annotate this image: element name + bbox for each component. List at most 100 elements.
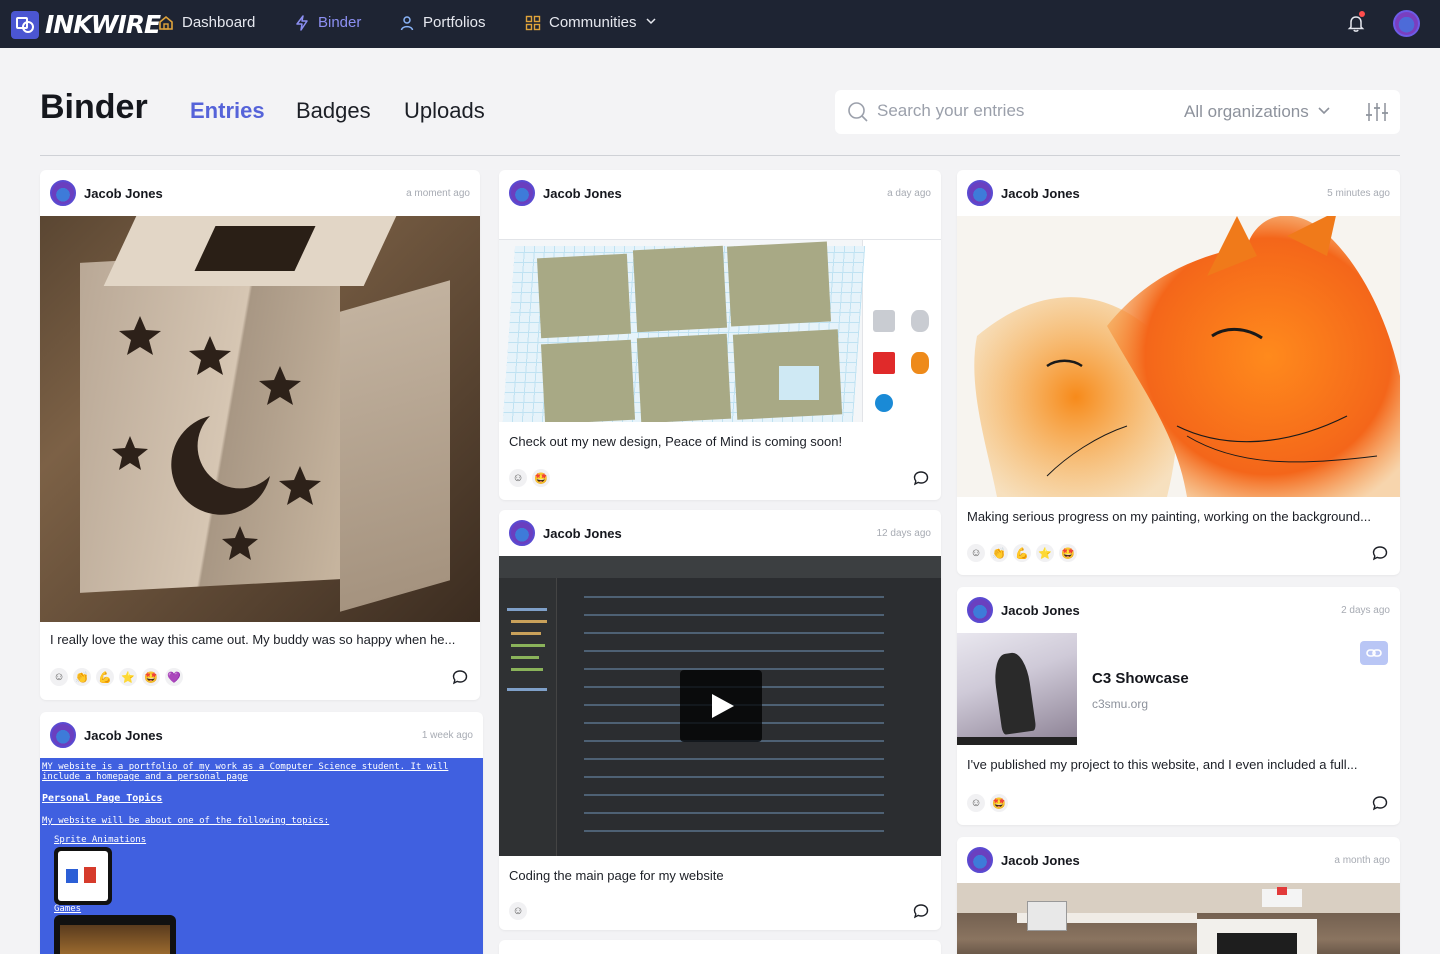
star-emoji-icon[interactable]: ⭐ (119, 668, 137, 686)
star-struck-emoji-icon[interactable]: 🤩 (1059, 544, 1077, 562)
entry-card[interactable]: Jacob Jones 1 week ago MY website is a p… (40, 712, 483, 954)
box-opening (194, 226, 316, 271)
nav-binder[interactable]: Binder (294, 14, 361, 31)
add-reaction-icon[interactable]: ☺ (967, 794, 985, 812)
timestamp: 5 minutes ago (1327, 188, 1390, 199)
page-title: Binder (40, 88, 148, 126)
cad-shapes-panel (862, 240, 941, 422)
comment-icon[interactable] (913, 470, 929, 491)
nav-communities[interactable]: Communities (525, 14, 657, 31)
clap-emoji-icon[interactable]: 👏 (73, 668, 91, 686)
nav-label: Dashboard (182, 14, 256, 31)
site-text: My website will be about one of the foll… (42, 816, 330, 826)
link-icon[interactable] (1360, 641, 1388, 665)
entry-card[interactable]: Jacob Jones a moment ago I really love t… (40, 170, 480, 700)
play-button[interactable] (680, 670, 762, 742)
tab-entries[interactable]: Entries (190, 98, 265, 124)
entry-video[interactable] (499, 556, 941, 856)
user-icon (399, 15, 415, 31)
author-name: Jacob Jones (84, 728, 163, 743)
author-name: Jacob Jones (84, 186, 163, 201)
entry-card[interactable]: Jacob Jones a month ago (957, 837, 1400, 954)
author-name: Jacob Jones (543, 186, 622, 201)
logo[interactable]: INKWIRE (11, 10, 161, 39)
avatar (967, 597, 993, 623)
clap-emoji-icon[interactable]: 👏 (990, 544, 1008, 562)
home-icon (158, 15, 174, 31)
add-reaction-icon[interactable]: ☺ (967, 544, 985, 562)
chevron-down-icon (645, 14, 657, 31)
avatar (509, 520, 535, 546)
comment-icon[interactable] (1372, 795, 1388, 816)
author-name: Jacob Jones (543, 526, 622, 541)
star-emoji-icon[interactable]: ⭐ (1036, 544, 1054, 562)
ide-toolbar (499, 556, 941, 578)
card-header: Jacob Jones a day ago (499, 170, 941, 216)
nav-dashboard[interactable]: Dashboard (158, 14, 255, 31)
reaction-bar: ☺ (509, 902, 527, 920)
ide-file-tree (499, 578, 557, 856)
timestamp: 2 days ago (1341, 605, 1390, 616)
card-header: Jacob Jones 2 days ago (957, 587, 1400, 633)
entry-caption: Making serious progress on my painting, … (967, 509, 1371, 524)
timestamp: a month ago (1334, 855, 1390, 866)
sprite-thumbnail (54, 847, 112, 905)
author-name: Jacob Jones (1001, 603, 1080, 618)
avatar (50, 180, 76, 206)
entry-card[interactable]: Jacob Jones 5 minutes ago Making serious… (957, 170, 1400, 575)
cad-toolbar (499, 216, 941, 240)
grid-icon (525, 15, 541, 31)
star-moon-cutouts (112, 316, 321, 560)
entry-card[interactable]: Jacob Jones 12 days ago Coding the main … (499, 510, 941, 930)
logo-text: INKWIRE (45, 10, 161, 39)
comment-icon[interactable] (913, 903, 929, 924)
avatar (50, 722, 76, 748)
timestamp: a day ago (887, 188, 931, 199)
entry-card[interactable]: Jacob Jones a day ago Check out my new d… (499, 170, 941, 500)
site-text: MY website is a portfolio of my work as … (42, 762, 449, 772)
fox-painting (974, 216, 1400, 497)
add-reaction-icon[interactable]: ☺ (50, 668, 68, 686)
entry-image[interactable] (957, 883, 1400, 954)
entry-caption: I've published my project to this websit… (967, 757, 1358, 772)
tab-badges[interactable]: Badges (296, 98, 371, 124)
comment-icon[interactable] (452, 669, 468, 690)
entry-image[interactable] (40, 216, 480, 622)
heart-emoji-icon[interactable]: 💜 (165, 668, 183, 686)
entry-image[interactable] (499, 216, 941, 422)
search-bar: All organizations (835, 90, 1400, 134)
link-thumbnail[interactable] (957, 633, 1077, 745)
link-title[interactable]: C3 Showcase (1092, 670, 1189, 687)
entry-card[interactable] (499, 940, 941, 954)
org-filter-select[interactable]: All organizations (1184, 102, 1331, 122)
entry-caption: Coding the main page for my website (509, 868, 724, 883)
nav-portfolios[interactable]: Portfolios (399, 14, 486, 31)
timestamp: 1 week ago (421, 730, 473, 741)
entry-image[interactable] (957, 216, 1400, 497)
user-avatar[interactable] (1393, 10, 1420, 37)
header-divider (40, 155, 1400, 156)
star-struck-emoji-icon[interactable]: 🤩 (532, 469, 550, 487)
search-input[interactable] (877, 101, 1157, 121)
reaction-bar: ☺ 🤩 (967, 794, 1008, 812)
comment-icon[interactable] (1372, 545, 1388, 566)
game-thumbnail (54, 915, 176, 954)
top-navbar: INKWIRE Dashboard Binder Portfolios Comm… (0, 0, 1440, 48)
muscle-emoji-icon[interactable]: 💪 (96, 668, 114, 686)
star-struck-emoji-icon[interactable]: 🤩 (990, 794, 1008, 812)
entry-image[interactable]: MY website is a portfolio of my work as … (40, 758, 483, 954)
add-reaction-icon[interactable]: ☺ (509, 469, 527, 487)
muscle-emoji-icon[interactable]: 💪 (1013, 544, 1031, 562)
nav-label: Portfolios (423, 14, 486, 31)
star-struck-emoji-icon[interactable]: 🤩 (142, 668, 160, 686)
reaction-bar: ☺ 🤩 (509, 469, 550, 487)
filter-sliders-icon[interactable] (1365, 101, 1389, 128)
add-reaction-icon[interactable]: ☺ (509, 902, 527, 920)
avatar (509, 180, 535, 206)
link-url[interactable]: c3smu.org (1092, 697, 1148, 711)
nav-label: Binder (318, 14, 362, 31)
reaction-bar: ☺ 👏 💪 ⭐ 🤩 (967, 544, 1077, 562)
tab-uploads[interactable]: Uploads (404, 98, 485, 124)
notification-badge (1359, 11, 1365, 17)
entry-card[interactable]: Jacob Jones 2 days ago C3 Showcase c3smu… (957, 587, 1400, 825)
